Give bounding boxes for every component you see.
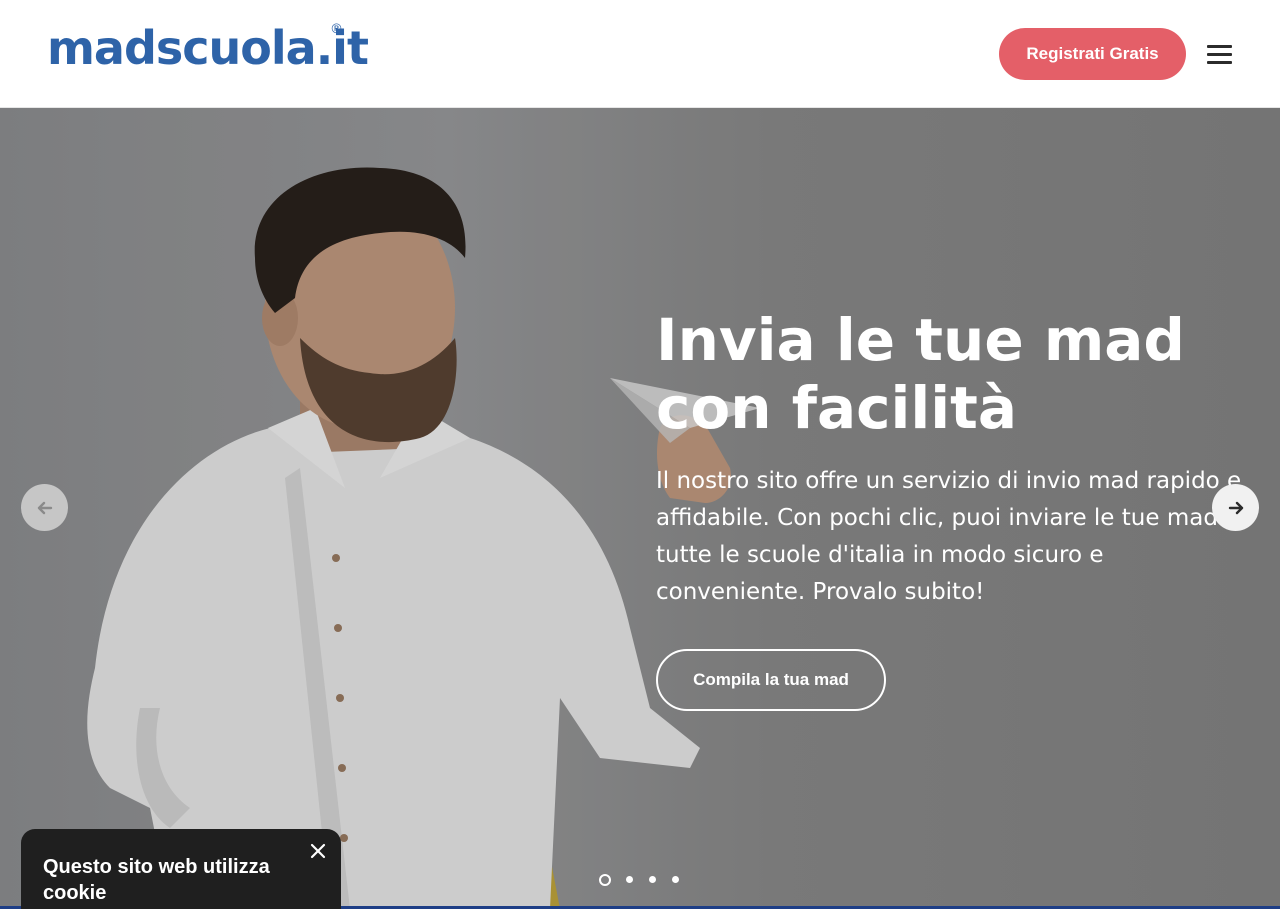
cookie-close-button[interactable] [307, 840, 329, 862]
hamburger-menu-icon[interactable] [1205, 41, 1235, 67]
cookie-banner: Questo sito web utilizza cookie [21, 829, 341, 909]
site-logo[interactable]: madscuola.it [47, 18, 369, 78]
carousel-dot-4[interactable] [672, 876, 679, 883]
hero-carousel: Invia le tue mad con facilità Il nostro … [0, 108, 1280, 909]
carousel-dot-2[interactable] [626, 876, 633, 883]
carousel-dot-3[interactable] [649, 876, 656, 883]
registered-mark: ® [330, 22, 343, 37]
carousel-dot-1[interactable] [599, 874, 611, 886]
arrow-left-icon [37, 501, 52, 514]
carousel-prev-button[interactable] [21, 484, 68, 531]
carousel-next-button[interactable] [1212, 484, 1259, 531]
fill-mad-button[interactable]: Compila la tua mad [656, 649, 886, 711]
register-free-button[interactable]: Registrati Gratis [999, 28, 1186, 80]
close-icon [310, 843, 326, 859]
carousel-indicators [599, 874, 689, 886]
arrow-right-icon [1228, 501, 1243, 514]
hero-title: Invia le tue mad con facilità [656, 306, 1185, 442]
cookie-banner-text: Questo sito web utilizza cookie [43, 856, 270, 904]
site-header: madscuola.it ® Registrati Gratis [0, 0, 1280, 108]
hero-description: Il nostro sito offre un servizio di invi… [656, 468, 1242, 605]
